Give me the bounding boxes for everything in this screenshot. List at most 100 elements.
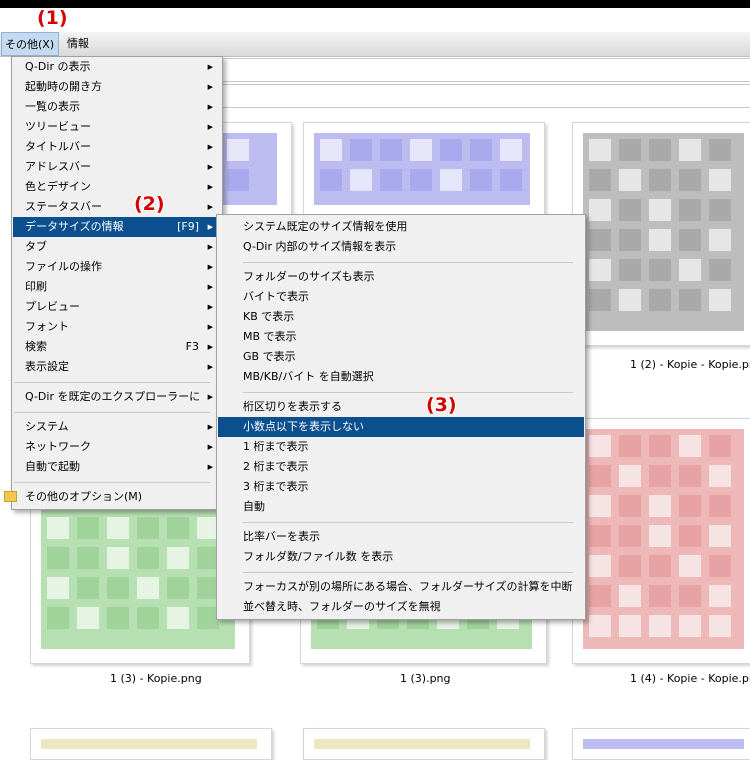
data-size-menu-item-label: 並べ替え時、フォルダーのサイズを無視 bbox=[243, 600, 441, 613]
data-size-menu-item[interactable]: 2 桁まで表示 bbox=[218, 457, 584, 477]
data-size-menu-item-label: MB/KB/バイト を自動選択 bbox=[243, 370, 374, 383]
other-menu-item[interactable]: 色とデザイン ▶ bbox=[13, 177, 221, 197]
other-menu-item[interactable]: ツリービュー ▶ bbox=[13, 117, 221, 137]
other-menu-item[interactable]: アドレスバー ▶ bbox=[13, 157, 221, 177]
image-cell bbox=[380, 169, 402, 191]
other-menu-item[interactable]: 表示設定 ▶ bbox=[13, 357, 221, 377]
other-menu-item[interactable]: Q-Dir の表示 ▶ bbox=[13, 57, 221, 77]
data-size-menu-item-label: フォーカスが別の場所にある場合、フォルダーサイズの計算を中断 bbox=[243, 580, 573, 593]
image-cell bbox=[77, 517, 99, 539]
other-menu-item-label: Q-Dir の表示 bbox=[25, 60, 91, 73]
image-cell bbox=[709, 259, 731, 281]
image-cell bbox=[77, 577, 99, 599]
menu-separator bbox=[243, 572, 573, 573]
other-menu-item[interactable]: ファイルの操作 ▶ bbox=[13, 257, 221, 277]
data-size-menu-item[interactable]: 小数点以下を表示しない bbox=[218, 417, 584, 437]
other-menu-item[interactable]: その他のオプション(M) bbox=[4, 487, 221, 507]
data-size-menu-item[interactable]: KB で表示 bbox=[218, 307, 584, 327]
image-cell bbox=[649, 555, 671, 577]
submenu-arrow-icon: ▶ bbox=[207, 323, 213, 331]
other-menu-item[interactable]: タブ ▶ bbox=[13, 237, 221, 257]
thumbnail-caption: 1 (2) - Kopie - Kopie.png bbox=[630, 358, 750, 371]
window-top-edge bbox=[0, 0, 750, 8]
other-menu-item[interactable]: 起動時の開き方 ▶ bbox=[13, 77, 221, 97]
data-size-menu-item[interactable]: MB で表示 bbox=[218, 327, 584, 347]
submenu-arrow-icon: ▶ bbox=[207, 423, 213, 431]
thumbnail-tile[interactable] bbox=[30, 728, 272, 760]
other-menu-item-label: 起動時の開き方 bbox=[25, 80, 102, 93]
menu-bar: その他(X) 情報 bbox=[0, 32, 750, 57]
image-cell bbox=[649, 435, 671, 457]
image-cell bbox=[500, 169, 522, 191]
data-size-menu-item[interactable]: 1 桁まで表示 bbox=[218, 437, 584, 457]
data-size-menu-item[interactable]: 3 桁まで表示 bbox=[218, 477, 584, 497]
path-bar[interactable] bbox=[220, 84, 750, 108]
data-size-menu-item[interactable]: フォルダーのサイズも表示 bbox=[218, 267, 584, 287]
other-menu-item-label: 自動で起動 bbox=[25, 460, 80, 473]
image-cell bbox=[167, 517, 189, 539]
image-cell bbox=[137, 577, 159, 599]
shortcut-label: [F9] bbox=[177, 220, 199, 233]
image-cell bbox=[350, 169, 372, 191]
menu-other[interactable]: その他(X) bbox=[1, 32, 59, 56]
data-size-menu-item[interactable]: Q-Dir 内部のサイズ情報を表示 bbox=[218, 237, 584, 257]
data-size-menu-item[interactable]: MB/KB/バイト を自動選択 bbox=[218, 367, 584, 387]
image-cell bbox=[167, 547, 189, 569]
annotation-2: (2) bbox=[134, 193, 165, 215]
image-cell bbox=[709, 525, 731, 547]
data-size-submenu: システム既定のサイズ情報を使用 Q-Dir 内部のサイズ情報を表示 フォルダーのサイ… bbox=[216, 214, 586, 620]
data-size-menu-item[interactable]: システム既定のサイズ情報を使用 bbox=[218, 217, 584, 237]
data-size-menu-item[interactable]: バイトで表示 bbox=[218, 287, 584, 307]
menu-info[interactable]: 情報 bbox=[64, 32, 104, 56]
submenu-arrow-icon: ▶ bbox=[207, 183, 213, 191]
submenu-arrow-icon: ▶ bbox=[207, 263, 213, 271]
image-cell bbox=[619, 585, 641, 607]
address-bar[interactable] bbox=[220, 58, 750, 82]
data-size-menu-item[interactable]: 桁区切りを表示する bbox=[218, 397, 584, 417]
data-size-menu-item[interactable]: 並べ替え時、フォルダーのサイズを無視 bbox=[218, 597, 584, 617]
image-cell bbox=[649, 465, 671, 487]
menu-separator bbox=[14, 482, 210, 483]
thumbnail-tile[interactable] bbox=[303, 728, 545, 760]
image-cell bbox=[619, 555, 641, 577]
other-menu-item-label: 表示設定 bbox=[25, 360, 69, 373]
other-menu-item[interactable]: 自動で起動 ▶ bbox=[13, 457, 221, 477]
other-menu-item[interactable]: ステータスバー ▶ bbox=[13, 197, 221, 217]
menu-separator bbox=[243, 392, 573, 393]
image-cell bbox=[440, 169, 462, 191]
other-menu-item[interactable]: プレビュー ▶ bbox=[13, 297, 221, 317]
data-size-menu-item[interactable]: 比率バーを表示 bbox=[218, 527, 584, 547]
other-menu-item[interactable]: 検索 F3 ▶ bbox=[13, 337, 221, 357]
submenu-arrow-icon: ▶ bbox=[207, 343, 213, 351]
data-size-menu-item-label: システム既定のサイズ情報を使用 bbox=[243, 220, 408, 233]
submenu-arrow-icon: ▶ bbox=[207, 243, 213, 251]
submenu-arrow-icon: ▶ bbox=[207, 103, 213, 111]
other-menu-item[interactable]: ネットワーク ▶ bbox=[13, 437, 221, 457]
other-menu-item[interactable]: 印刷 ▶ bbox=[13, 277, 221, 297]
thumbnail-tile[interactable] bbox=[572, 418, 750, 664]
data-size-menu-item[interactable]: フォルダ数/ファイル数 を表示 bbox=[218, 547, 584, 567]
data-size-menu-item[interactable]: GB で表示 bbox=[218, 347, 584, 367]
other-menu-item[interactable]: システム ▶ bbox=[13, 417, 221, 437]
image-cell bbox=[679, 435, 701, 457]
image-cell bbox=[679, 229, 701, 251]
image-cell bbox=[619, 139, 641, 161]
image-background bbox=[314, 739, 530, 749]
image-cell bbox=[679, 289, 701, 311]
thumbnail-tile[interactable] bbox=[572, 122, 750, 346]
image-cell bbox=[709, 555, 731, 577]
thumbnail-tile[interactable] bbox=[303, 122, 545, 220]
data-size-menu-item[interactable]: 自動 bbox=[218, 497, 584, 517]
submenu-arrow-icon: ▶ bbox=[207, 303, 213, 311]
other-menu-item[interactable]: タイトルバー ▶ bbox=[13, 137, 221, 157]
other-menu-item[interactable]: フォント ▶ bbox=[13, 317, 221, 337]
image-cell bbox=[167, 607, 189, 629]
data-size-menu-item[interactable]: フォーカスが別の場所にある場合、フォルダーサイズの計算を中断 bbox=[218, 577, 584, 597]
other-menu-item[interactable]: データサイズの情報 [F9] ▶ bbox=[13, 217, 221, 237]
other-menu-item[interactable]: Q-Dir を既定のエクスプローラーに ▶ bbox=[13, 387, 221, 407]
other-menu-item[interactable]: 一覧の表示 ▶ bbox=[13, 97, 221, 117]
image-cell bbox=[470, 139, 492, 161]
image-cell bbox=[679, 585, 701, 607]
thumbnail-tile[interactable] bbox=[572, 728, 750, 760]
other-menu-item-label: Q-Dir を既定のエクスプローラーに bbox=[25, 390, 201, 403]
